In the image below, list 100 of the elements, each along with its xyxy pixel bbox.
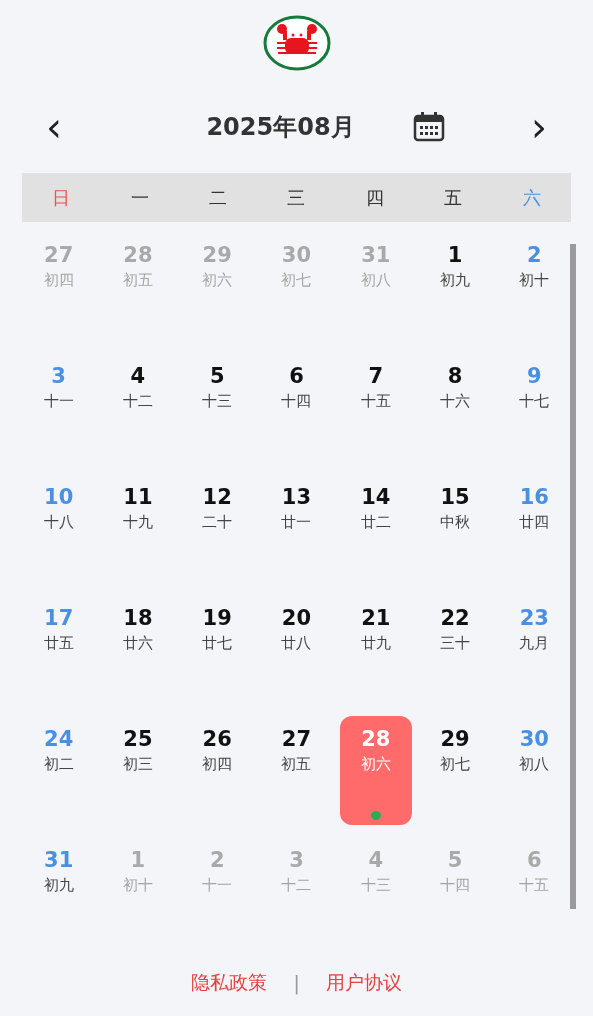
day-cell[interactable]: 5 十三 bbox=[181, 353, 254, 462]
day-number: 14 bbox=[361, 485, 391, 509]
day-number: 20 bbox=[281, 606, 312, 630]
lunar-date: 三十 bbox=[440, 634, 471, 653]
lunar-date: 十七 bbox=[519, 392, 550, 411]
day-number: 5 bbox=[447, 848, 463, 872]
lunar-date: 廿七 bbox=[202, 634, 233, 653]
day-number: 30 bbox=[281, 243, 312, 267]
day-cell[interactable]: 17 廿五 bbox=[22, 595, 95, 704]
day-cell[interactable]: 26 初四 bbox=[181, 716, 254, 825]
day-number: 27 bbox=[281, 727, 312, 751]
lunar-date: 十八 bbox=[43, 513, 74, 532]
day-cell[interactable]: 11 十九 bbox=[101, 474, 174, 583]
day-cell[interactable]: 18 廿六 bbox=[101, 595, 174, 704]
day-cell[interactable]: 20 廿八 bbox=[260, 595, 333, 704]
weekday-label: 三 bbox=[287, 185, 306, 210]
crab-logo bbox=[262, 14, 331, 72]
lunar-date: 二十 bbox=[202, 513, 233, 532]
day-cell[interactable]: 24 初二 bbox=[22, 716, 95, 825]
day-cell[interactable]: 6 十四 bbox=[260, 353, 333, 462]
lunar-date: 十二 bbox=[122, 392, 153, 411]
day-number: 7 bbox=[368, 364, 384, 388]
weekday-label: 五 bbox=[444, 185, 463, 210]
day-number: 13 bbox=[281, 485, 312, 509]
lunar-date: 十一 bbox=[202, 876, 233, 895]
lunar-date: 廿八 bbox=[281, 634, 312, 653]
lunar-date: 初五 bbox=[122, 271, 153, 290]
lunar-date: 廿二 bbox=[360, 513, 391, 532]
lunar-date: 初二 bbox=[43, 755, 74, 774]
day-cell[interactable]: 19 廿七 bbox=[181, 595, 254, 704]
lunar-date: 十三 bbox=[202, 392, 233, 411]
day-number: 27 bbox=[44, 243, 74, 267]
day-number: 31 bbox=[44, 848, 74, 872]
user-agreement-link[interactable]: 用户协议 bbox=[325, 970, 402, 996]
day-number: 6 bbox=[527, 848, 542, 872]
lunar-date: 初十 bbox=[122, 876, 153, 895]
day-number: 31 bbox=[361, 243, 391, 267]
day-cell[interactable]: 29 初七 bbox=[419, 716, 492, 825]
day-cell[interactable]: 12 二十 bbox=[181, 474, 254, 583]
day-number: 25 bbox=[123, 727, 153, 751]
day-cell[interactable]: 30 初八 bbox=[498, 716, 571, 825]
day-cell[interactable]: 8 十六 bbox=[419, 353, 492, 462]
previous-month-button[interactable]: ‹ bbox=[40, 107, 68, 147]
day-cell[interactable]: 15 中秋 bbox=[419, 474, 492, 583]
day-number: 6 bbox=[289, 364, 304, 388]
day-cell[interactable]: 9 十七 bbox=[498, 353, 571, 462]
weekday-label: 四 bbox=[365, 185, 384, 210]
weekday-label: 二 bbox=[209, 185, 228, 210]
lunar-date: 十四 bbox=[281, 392, 312, 411]
lunar-date: 初八 bbox=[519, 755, 550, 774]
lunar-date: 初三 bbox=[122, 755, 153, 774]
day-number: 1 bbox=[447, 243, 463, 267]
day-cell[interactable]: 13 廿一 bbox=[260, 474, 333, 583]
day-number: 28 bbox=[123, 243, 153, 267]
privacy-policy-link[interactable]: 隐私政策 bbox=[191, 970, 268, 996]
day-cell[interactable]: 31 初九 bbox=[22, 837, 95, 946]
day-cell[interactable]: 16 廿四 bbox=[498, 474, 571, 583]
day-number: 30 bbox=[519, 727, 549, 751]
day-cell[interactable]: 2 初十 bbox=[498, 232, 571, 341]
lunar-date: 初九 bbox=[440, 271, 471, 290]
day-cell[interactable]: 7 十五 bbox=[339, 353, 412, 462]
day-number: 8 bbox=[447, 364, 463, 388]
next-month-button[interactable]: › bbox=[525, 107, 553, 147]
lunar-date: 十六 bbox=[440, 392, 471, 411]
weekday-label: 日 bbox=[52, 185, 71, 210]
day-cell[interactable]: 3 十一 bbox=[22, 353, 95, 462]
day-cell[interactable]: 4 十二 bbox=[101, 353, 174, 462]
day-cell[interactable]: 14 廿二 bbox=[339, 474, 412, 583]
day-number: 15 bbox=[440, 485, 470, 509]
day-cell[interactable]: 23 九月 bbox=[498, 595, 571, 704]
lunar-date: 初九 bbox=[43, 876, 74, 895]
day-cell[interactable]: 22 三十 bbox=[419, 595, 492, 704]
day-number: 9 bbox=[527, 364, 542, 388]
day-number: 12 bbox=[202, 485, 232, 509]
day-number: 11 bbox=[123, 485, 153, 509]
day-cell[interactable]: 27 初五 bbox=[260, 716, 333, 825]
day-cell[interactable]: 1 初九 bbox=[419, 232, 492, 341]
day-number: 21 bbox=[361, 606, 391, 630]
month-title: 2025年08月 bbox=[205, 112, 356, 143]
day-number: 23 bbox=[519, 606, 549, 630]
lunar-date: 初十 bbox=[519, 271, 550, 290]
day-cell[interactable]: 10 十八 bbox=[22, 474, 95, 583]
day-number: 2 bbox=[527, 243, 542, 267]
day-number: 28 bbox=[361, 727, 391, 751]
day-number: 2 bbox=[209, 848, 225, 872]
day-number: 22 bbox=[440, 606, 470, 630]
day-number: 5 bbox=[209, 364, 225, 388]
lunar-date: 十九 bbox=[122, 513, 153, 532]
calendar-icon[interactable] bbox=[413, 112, 445, 142]
lunar-date: 初八 bbox=[360, 271, 391, 290]
lunar-date: 初五 bbox=[281, 755, 312, 774]
lunar-date: 九月 bbox=[519, 634, 550, 653]
lunar-date: 廿九 bbox=[360, 634, 391, 653]
day-number: 3 bbox=[51, 364, 66, 388]
day-cell[interactable]: 21 廿九 bbox=[339, 595, 412, 704]
day-number: 10 bbox=[44, 485, 74, 509]
lunar-date: 初六 bbox=[360, 755, 391, 774]
day-cell[interactable]: 25 初三 bbox=[101, 716, 174, 825]
lunar-date: 初七 bbox=[281, 271, 312, 290]
lunar-date: 十三 bbox=[360, 876, 391, 895]
